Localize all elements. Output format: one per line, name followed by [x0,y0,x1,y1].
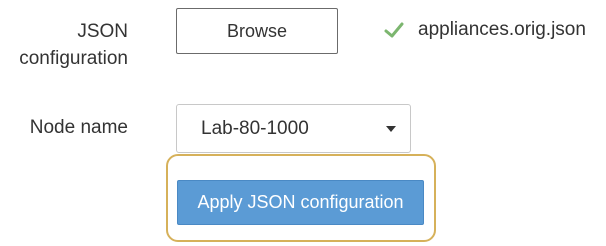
node-name-select[interactable]: Lab-80-1000 [176,104,411,153]
node-name-label: Node name [29,117,128,138]
check-icon [384,22,404,38]
file-name: appliances.orig.json [418,19,586,40]
json-label-line2: configuration [19,48,128,69]
json-configuration-label: JSON configuration [0,18,128,72]
json-label-line1: JSON [77,21,128,42]
caret-down-icon [386,125,396,132]
node-name-value: Lab-80-1000 [201,117,309,139]
upload-form: JSON configuration Browse appliances.ori… [0,0,606,246]
apply-json-configuration-button[interactable]: Apply JSON configuration [177,180,424,225]
browse-button[interactable]: Browse [176,8,338,54]
file-status: appliances.orig.json [384,19,586,41]
